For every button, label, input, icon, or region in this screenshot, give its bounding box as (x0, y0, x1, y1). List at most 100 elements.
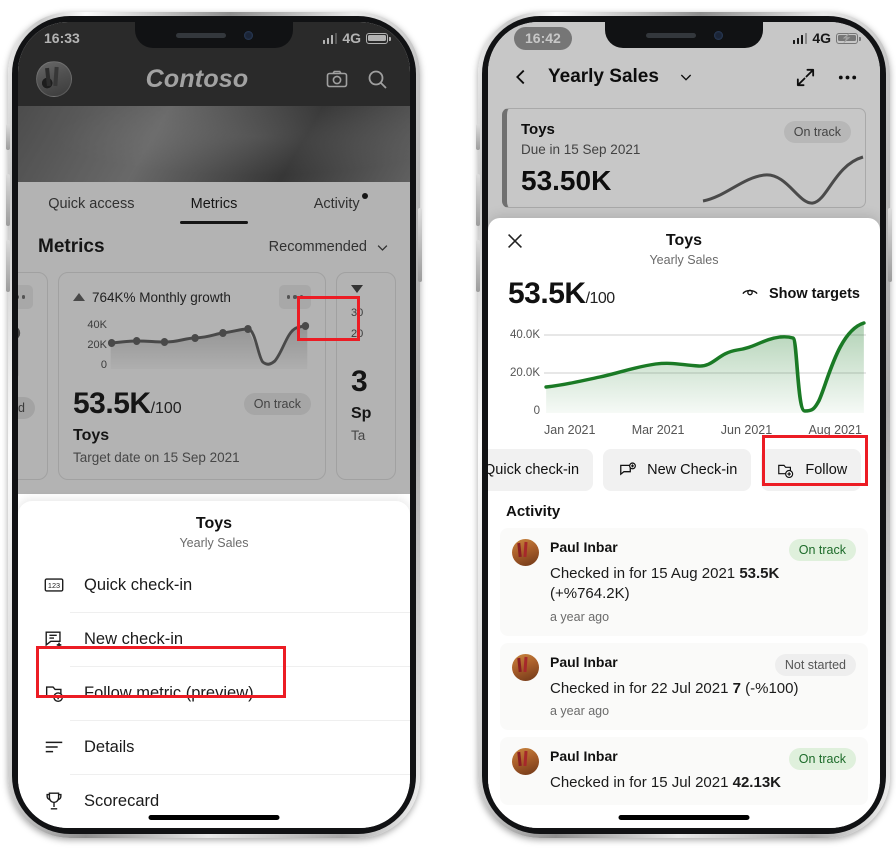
activity-badge-dot (361, 193, 368, 199)
metric-detail-sheet: Toys Yearly Sales 53.5K/100 Show targets (488, 218, 880, 828)
screenshot-stage: 16:33 4G Contoso Quick access Metrics Ac… (0, 0, 896, 850)
menu-item-new-check-in[interactable]: New check-in (18, 612, 410, 666)
metric-card-partial-right[interactable]: 30 20 3 Sp Ta (336, 272, 396, 480)
signal-bars-icon (792, 32, 808, 44)
goal-due-date: Due in 15 Sep 2021 (521, 142, 641, 157)
volume-down-right[interactable] (476, 240, 480, 292)
tab-activity[interactable]: Activity (275, 182, 398, 224)
chevron-down-icon[interactable] (671, 62, 701, 92)
show-targets-label: Show targets (768, 286, 860, 302)
activity-feed: Paul Inbar On track Checked in for 15 Au… (488, 528, 880, 812)
chevron-down-icon (377, 244, 388, 251)
goal-card-toys[interactable]: Toys Due in 15 Sep 2021 On track 53.50K (502, 108, 866, 208)
search-icon[interactable] (362, 64, 392, 94)
list-item[interactable]: Paul Inbar On track Checked in for 15 Au… (500, 528, 868, 636)
status-badge: On track (788, 748, 856, 771)
sort-label: Recommended (268, 239, 367, 255)
notch-left (135, 22, 293, 48)
menu-item-label: Follow metric (preview) (84, 683, 254, 702)
battery-icon (366, 32, 391, 44)
mute-switch-left[interactable] (6, 124, 10, 150)
y-tick-label: 0 (100, 359, 107, 371)
nav-title: Yearly Sales (548, 66, 659, 87)
power-button-left[interactable] (418, 208, 422, 282)
y-tick-label: 20K (87, 339, 107, 351)
tab-quick-access[interactable]: Quick access (30, 182, 153, 224)
more-options-icon[interactable] (832, 62, 862, 92)
action-label: Quick check-in (488, 462, 580, 478)
activity-text: Checked in for 22 Jul 2021 7 (-%100) (550, 679, 856, 699)
action-buttons-row: Quick check-in New Check-in Follow (488, 437, 880, 501)
follow-button[interactable]: Follow (761, 449, 862, 491)
x-tick-label: Jan 2021 (544, 423, 596, 437)
metric-target-date: Target date on 15 Sep 2021 (73, 450, 240, 465)
menu-item-details[interactable]: Details (18, 720, 410, 774)
hero-banner-image (18, 106, 410, 182)
status-time: 16:42 (514, 26, 572, 50)
front-camera-icon (243, 30, 253, 40)
chart-x-axis: Jan 2021 Mar 2021 Jun 2021 Aug 2021 (492, 417, 866, 437)
network-type: 4G (342, 30, 361, 46)
status-badge: On track (788, 539, 856, 561)
activity-text: Checked in for 15 Jul 2021 42.13K (550, 773, 856, 793)
activity-text-value: 42.13K (732, 774, 781, 792)
metric-value: 3 (351, 365, 368, 398)
list-item[interactable]: Paul Inbar Not started Checked in for 22… (500, 642, 868, 731)
avatar[interactable] (36, 61, 72, 97)
volume-down-left[interactable] (6, 240, 10, 292)
y-tick-label: 40.0K (509, 329, 540, 341)
activity-text-pre: Checked in for 22 Jul 2021 (550, 679, 733, 697)
y-tick-label: 40K (87, 319, 107, 331)
score-row: 53.5K/100 Show targets (488, 267, 880, 311)
sort-dropdown[interactable]: Recommended (269, 239, 390, 255)
power-button-right[interactable] (888, 208, 892, 282)
mute-switch-right[interactable] (476, 124, 480, 150)
more-options-icon[interactable] (18, 285, 33, 309)
sheet-subtitle: Yearly Sales (179, 536, 249, 550)
status-time: 16:33 (44, 30, 80, 46)
y-tick-label: 20 (351, 328, 364, 340)
trend-down-icon (351, 285, 363, 293)
new-check-in-button[interactable]: New Check-in (603, 449, 752, 491)
network-type: 4G (812, 30, 831, 46)
follow-metric-icon (775, 460, 795, 480)
chart-plot-area (544, 321, 866, 417)
close-x-icon[interactable] (504, 230, 526, 252)
growth-label: 764K% Monthly growth (92, 289, 231, 305)
menu-item-quick-check-in[interactable]: 123 Quick check-in (18, 558, 410, 612)
metric-card-partial-left[interactable]: ed (18, 272, 48, 480)
list-item[interactable]: Paul Inbar On track Checked in for 15 Ju… (500, 737, 868, 806)
home-indicator-left (148, 815, 280, 820)
metric-name: Toys (73, 427, 110, 444)
avatar (512, 748, 539, 776)
sheet-title: Toys (665, 232, 703, 249)
left-phone: 16:33 4G Contoso Quick access Metrics Ac… (6, 12, 422, 838)
metric-score: 53.5K/100 (508, 277, 615, 311)
notch-right (605, 22, 763, 48)
activity-text: Checked in for 15 Aug 2021 53.5K (+%764.… (550, 564, 856, 604)
new-checkin-icon (42, 627, 66, 651)
menu-item-follow-metric[interactable]: Follow metric (preview) (18, 666, 410, 720)
right-phone-screen: 16:42 4G ⚡ Yearly Sales Toys Due in 15 S… (488, 22, 880, 828)
expand-arrows-icon[interactable] (790, 62, 820, 92)
earpiece-speaker-icon (175, 32, 226, 38)
earpiece-speaker-icon (645, 32, 696, 38)
status-badge: ed (18, 397, 35, 419)
volume-up-left[interactable] (6, 174, 10, 226)
activity-text-value: 53.5K (739, 565, 780, 582)
metric-card-toys[interactable]: 764K% Monthly growth 40K 20K 0 53.5K/100… (58, 272, 326, 480)
tab-metrics[interactable]: Metrics (153, 182, 276, 224)
back-chevron-icon[interactable] (506, 62, 536, 92)
action-label: New Check-in (647, 462, 738, 478)
quick-check-in-button[interactable]: Quick check-in (488, 449, 594, 491)
svg-text:123: 123 (48, 581, 60, 590)
more-options-icon[interactable] (279, 285, 311, 309)
growth-indicator: 764K% Monthly growth (73, 290, 231, 305)
camera-icon[interactable] (322, 64, 352, 94)
action-menu: 123 Quick check-in New check-in Follow m… (18, 558, 410, 828)
status-badge: On track (243, 393, 311, 415)
volume-up-right[interactable] (476, 174, 480, 226)
nav-bar: Yearly Sales (488, 52, 880, 104)
menu-item-label: Quick check-in (84, 575, 193, 594)
show-targets-button[interactable]: Show targets (740, 282, 860, 306)
